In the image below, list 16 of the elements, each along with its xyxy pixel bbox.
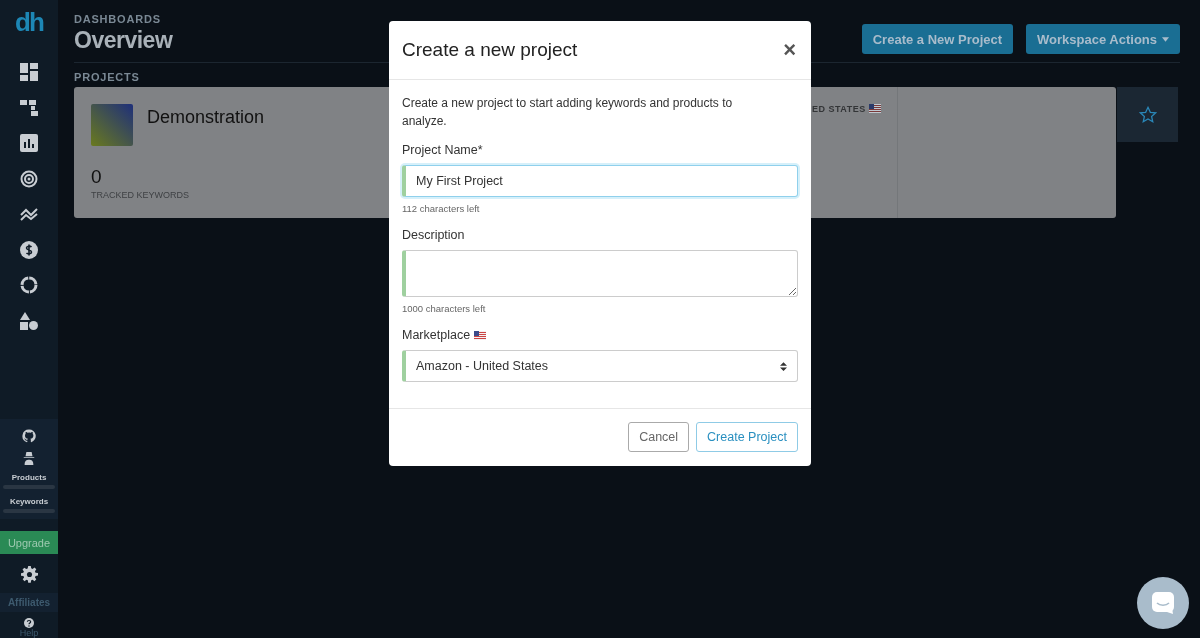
count-label: TRACKED KEYWORDS xyxy=(91,190,190,200)
field-label: Project Name* xyxy=(402,143,483,157)
character-count: 1000 characters left xyxy=(402,303,487,314)
usage-label: Keywords xyxy=(9,497,49,506)
field-label: Description xyxy=(402,228,465,242)
project-name: Demonstration xyxy=(147,107,265,129)
character-count: 112 characters left xyxy=(402,203,481,214)
keyword-count: 0 xyxy=(91,166,103,188)
usage-label: Products xyxy=(11,473,47,482)
modal-title: Create a new project xyxy=(402,39,578,61)
field-label: Marketplace xyxy=(402,328,471,342)
marketplace-label: ED STATES xyxy=(812,104,866,114)
modal-description: Create a new project to start adding keywords and products to analyze. xyxy=(402,95,734,130)
section-heading: PROJECTS xyxy=(74,71,141,83)
page-title: Overview xyxy=(74,27,173,54)
breadcrumb: DASHBOARDS xyxy=(74,13,162,25)
